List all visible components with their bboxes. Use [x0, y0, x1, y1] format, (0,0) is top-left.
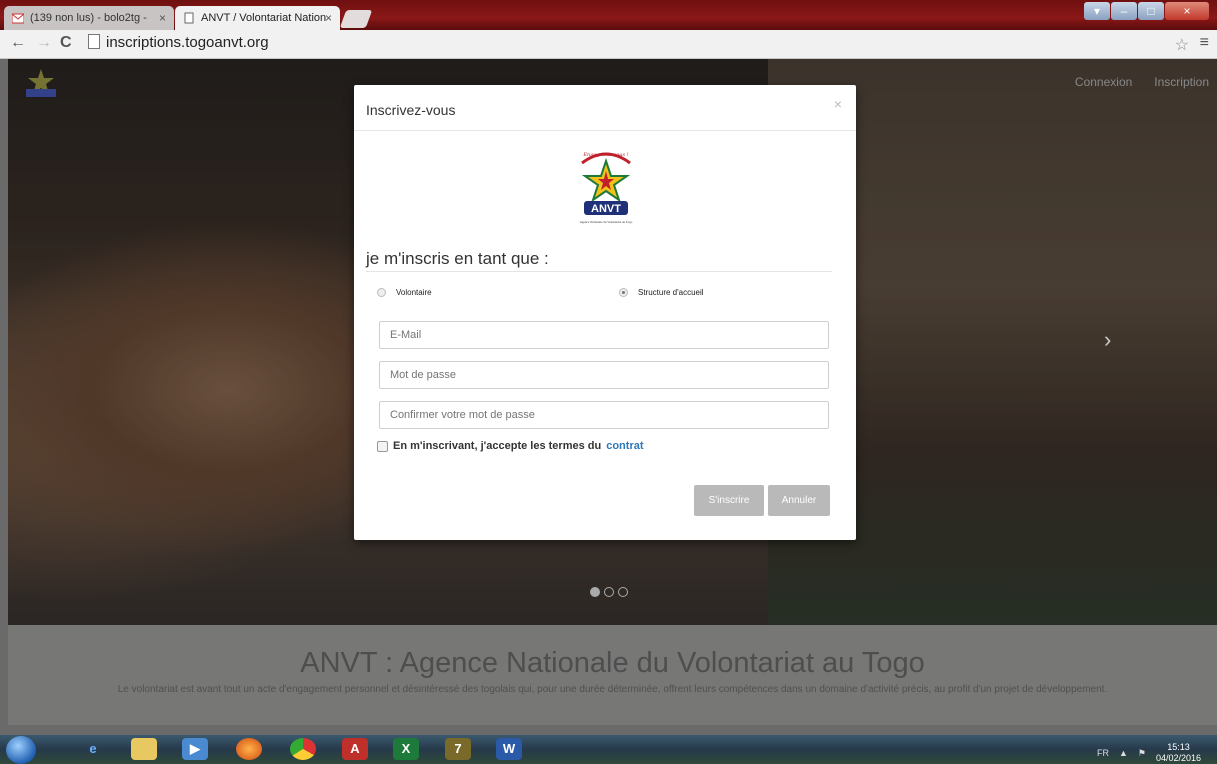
close-window-button[interactable]: ×: [1165, 2, 1209, 20]
radio-label: Structure d'accueil: [638, 288, 704, 297]
menu-icon[interactable]: ≡: [1200, 34, 1209, 52]
submit-button[interactable]: S'inscrire: [694, 485, 764, 516]
logo-acronym: ANVT: [591, 203, 621, 215]
close-tab-icon[interactable]: ×: [159, 6, 166, 30]
date: 04/02/2016: [1155, 753, 1201, 763]
user-icon[interactable]: ▾: [1084, 2, 1110, 20]
reload-icon[interactable]: C: [60, 34, 72, 52]
top-nav: Connexion Inscription: [1075, 75, 1209, 89]
contract-link[interactable]: contrat: [606, 440, 643, 452]
terms-text: En m'inscrivant, j'accepte les termes du: [393, 440, 602, 452]
radio-label: Volontaire: [396, 288, 432, 297]
terms-checkbox[interactable]: [377, 440, 388, 452]
nav-connexion[interactable]: Connexion: [1075, 75, 1132, 89]
terms-checkbox-row: En m'inscrivant, j'accepte les termes du…: [377, 440, 644, 452]
system-tray: FR ▲ ⚑ 15:13 04/02/2016: [1097, 742, 1201, 764]
confirm-password-field[interactable]: [379, 401, 829, 429]
divider: [366, 271, 832, 272]
modal-title: Inscrivez-vous: [366, 102, 456, 118]
radio-button[interactable]: [619, 288, 628, 297]
tray-expand-icon[interactable]: ▲: [1119, 748, 1128, 758]
carousel-dot[interactable]: [618, 587, 628, 597]
gmail-icon: [12, 13, 24, 24]
chrome-icon[interactable]: [290, 738, 316, 760]
carousel-indicators: [590, 587, 628, 597]
email-field[interactable]: [379, 321, 829, 349]
tab-anvt[interactable]: ANVT / Volontariat Nation ×: [175, 6, 340, 30]
address-text: inscriptions.togoanvt.org: [106, 34, 269, 51]
address-bar[interactable]: inscriptions.togoanvt.org: [88, 34, 269, 51]
tab-label: (139 non lus) - bolo2tg -: [30, 12, 147, 24]
logo-banner: Engageons-nous !: [582, 152, 628, 158]
page-title: ANVT : Agence Nationale du Volontariat a…: [300, 647, 925, 679]
word-icon[interactable]: W: [496, 738, 522, 760]
carousel-dot[interactable]: [604, 587, 614, 597]
language-indicator[interactable]: FR: [1097, 748, 1109, 758]
window-controls: ▾ – □ ×: [1084, 2, 1209, 20]
maximize-button[interactable]: □: [1138, 2, 1164, 20]
time: 15:13: [1167, 742, 1190, 752]
page-icon: [184, 12, 194, 24]
clock[interactable]: 15:13 04/02/2016: [1156, 742, 1201, 764]
nav-inscription[interactable]: Inscription: [1154, 75, 1209, 89]
signup-modal: Inscrivez-vous × Engageons-nous ! ANVT A…: [354, 85, 856, 540]
bookmark-star-icon[interactable]: ☆: [1175, 35, 1189, 55]
excel-icon[interactable]: X: [393, 738, 419, 760]
anvt-logo: Engageons-nous ! ANVT Agence Nationale d…: [580, 152, 633, 224]
file-explorer-icon[interactable]: [131, 738, 157, 760]
app-icon[interactable]: 7: [445, 738, 471, 760]
cancel-button[interactable]: Annuler: [768, 485, 830, 516]
radio-volontaire[interactable]: Volontaire: [377, 288, 432, 297]
role-section-label: je m'inscris en tant que :: [366, 249, 549, 268]
back-icon[interactable]: ←: [10, 34, 26, 52]
logo-subtitle: Agence Nationale du Volontariat au Togo: [580, 220, 633, 224]
radio-structure-accueil[interactable]: Structure d'accueil: [619, 288, 704, 297]
windows-taskbar: e ▶ A X 7 W FR ▲ ⚑ 15:13 04/02/2016: [0, 735, 1217, 764]
firefox-icon[interactable]: [236, 738, 262, 760]
browser-toolbar: ← → C inscriptions.togoanvt.org ☆ ≡: [0, 30, 1217, 59]
new-tab-button[interactable]: [339, 10, 373, 28]
start-button[interactable]: [6, 736, 36, 764]
page-icon: [88, 34, 100, 49]
network-flag-icon[interactable]: ⚑: [1138, 748, 1146, 759]
radio-button[interactable]: [377, 288, 386, 297]
forward-icon[interactable]: →: [36, 34, 52, 52]
star-logo-icon: [26, 69, 56, 97]
close-tab-icon[interactable]: ×: [325, 6, 332, 30]
password-field[interactable]: [379, 361, 829, 389]
tab-gmail[interactable]: (139 non lus) - bolo2tg - ×: [4, 6, 174, 30]
browser-tab-strip: (139 non lus) - bolo2tg - × ANVT / Volon…: [0, 0, 1217, 30]
modal-header: Inscrivez-vous ×: [354, 85, 856, 131]
tab-label: ANVT / Volontariat Nation: [201, 12, 327, 24]
carousel-dot[interactable]: [590, 587, 600, 597]
media-player-icon[interactable]: ▶: [182, 738, 208, 760]
hero-caption: ANVT : Agence Nationale du Volontariat a…: [8, 625, 1217, 725]
close-icon[interactable]: ×: [834, 96, 842, 112]
carousel-next-icon[interactable]: ›: [1104, 327, 1111, 353]
access-icon[interactable]: A: [342, 738, 368, 760]
internet-explorer-icon[interactable]: e: [80, 738, 106, 760]
site-logo[interactable]: [24, 65, 58, 97]
page-description: Le volontariat est avant tout un acte d'…: [117, 684, 1108, 695]
minimize-button[interactable]: –: [1111, 2, 1137, 20]
